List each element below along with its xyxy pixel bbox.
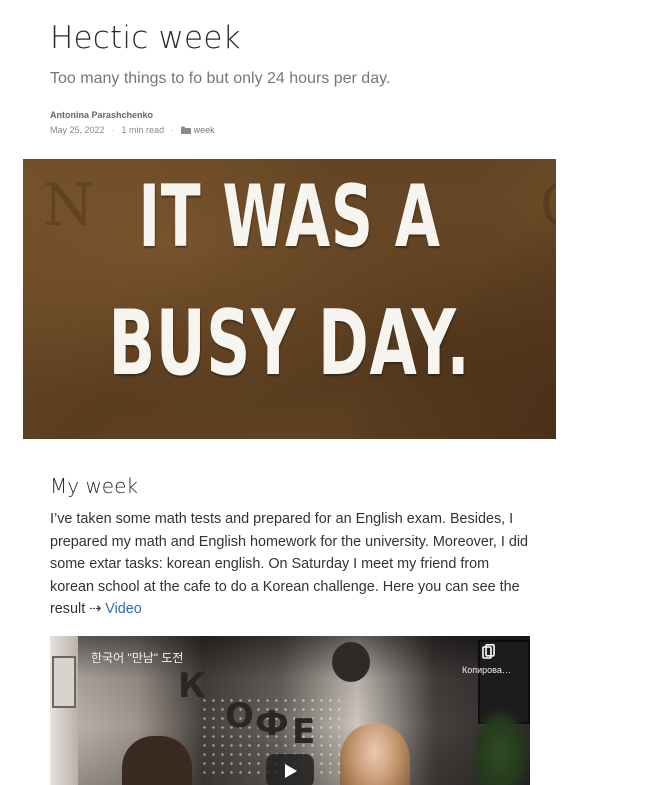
video-sign-letter: К [178,666,206,706]
meta-separator: · [111,125,115,135]
category-link[interactable]: week [181,125,215,135]
video-sign-letter: Ф [255,704,289,744]
video-person-right [340,724,410,785]
play-button[interactable] [266,754,314,785]
meta-separator: · [171,125,175,135]
read-time: 1 min read [121,125,165,135]
post-date: May 25, 2022 [50,125,105,135]
video-title[interactable]: 한국어 "만남" 도전 [91,649,183,666]
copy-link-label[interactable]: Копирова… [462,665,511,675]
post-title: Hectic week [50,20,241,56]
blog-post-page: Hectic week Too many things to fo but on… [0,0,670,785]
copy-icon[interactable] [482,644,496,660]
video-lamp [332,642,370,682]
hero-image: N OR IT WAS A BUSY DAY. [23,159,556,439]
hero-headline-line-1: IT WAS A [138,167,441,267]
video-link[interactable]: Video [105,601,142,617]
video-embed[interactable]: К О Ф Е 한국어 "만남" 도전 Копирова… [50,636,530,785]
video-sign-letter: О [225,696,254,736]
video-picture-frame [52,656,76,708]
post-subtitle: Too many things to fo but only 24 hours … [50,70,391,87]
post-meta: May 25, 2022 · 1 min read · week [50,125,215,135]
video-person-left [122,736,192,785]
folder-icon [181,126,192,134]
play-icon [285,764,297,778]
hero-headline-line-2: BUSY DAY. [108,291,471,396]
author-name[interactable]: Antonina Parashchenko [50,110,153,120]
category-label: week [193,125,215,135]
section-title: My week [50,474,138,498]
video-plant [470,706,530,785]
video-sign-letter: Е [292,712,316,752]
section-body: I’ve taken some math tests and prepared … [50,508,530,621]
